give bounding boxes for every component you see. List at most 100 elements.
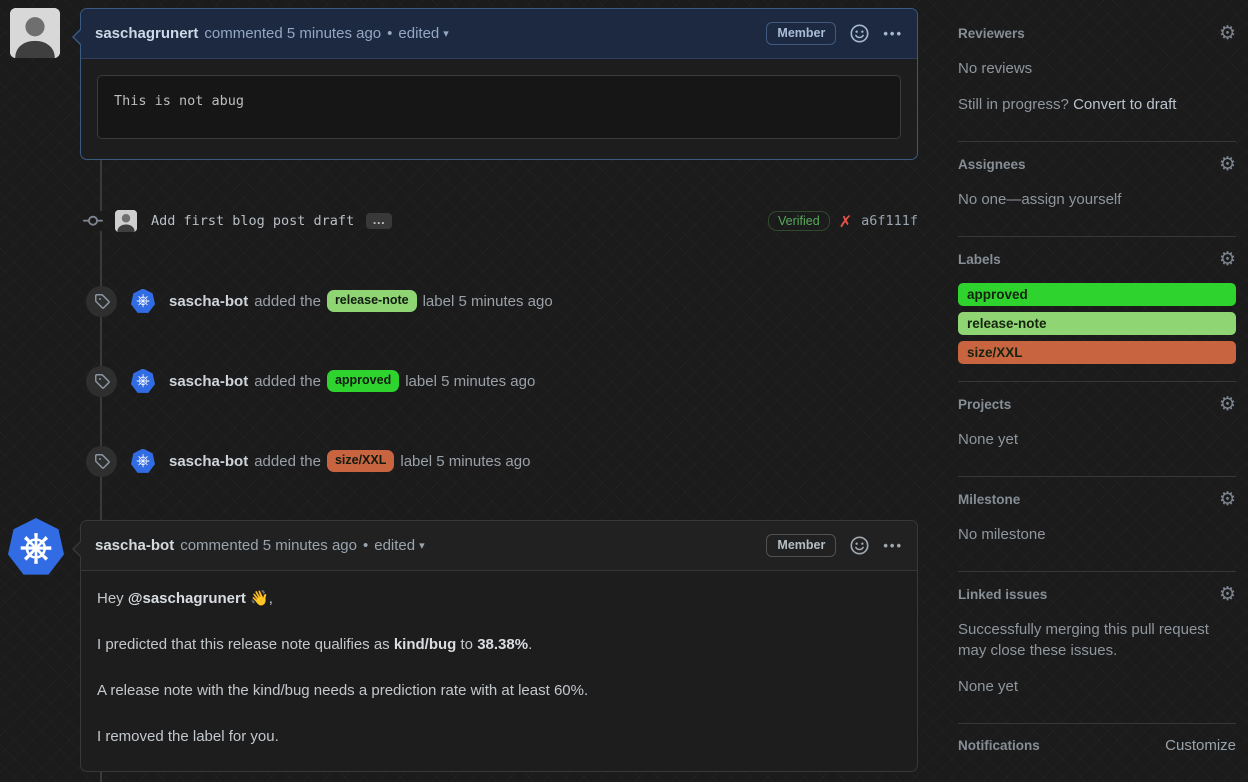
kubernetes-helm-icon: ⎈ [136,291,150,311]
milestone-title: Milestone [958,492,1021,507]
notifications-title: Notifications [958,738,1040,753]
event-actor[interactable]: sascha-bot [169,453,248,470]
text: I predicted that this release note quali… [97,636,394,653]
sidebar-divider [958,141,1236,142]
reviewers-empty: No reviews [958,60,1033,77]
sidebar-label-size-xxl[interactable]: size/XXL [958,341,1236,364]
assignees-empty: No one—assign yourself [958,189,1236,210]
event-actor[interactable]: sascha-bot [169,293,248,310]
kebab-menu-icon[interactable]: ••• [883,538,903,553]
labels-title: Labels [958,252,1001,267]
event-action: added the [254,452,321,470]
pull-request-conversation-page: saschagrunert commented 5 minutes ago • … [0,0,1248,782]
sidebar-divider [958,476,1236,477]
timeline-event-label-added: ⎈ sascha-bot added the release-note labe… [80,285,940,317]
user-mention-link[interactable]: @saschagrunert [128,590,246,607]
kubernetes-helm-icon: ⎈ [20,524,52,570]
member-badge: Member [766,22,837,45]
sidebar-divider [958,236,1236,237]
edited-label: edited [398,25,440,42]
dot-separator: • [362,537,369,554]
timeline-event-label-added: ⎈ sascha-bot added the approved label 5 … [80,365,940,397]
label-chip[interactable]: approved [326,370,400,392]
kubernetes-helm-icon: ⎈ [136,451,150,471]
comment-paragraph: I predicted that this release note quali… [97,633,901,656]
projects-section-header: Projects ⚙ [958,395,1236,414]
customize-link[interactable]: Customize [1165,737,1236,754]
linked-issues-section-header: Linked issues ⚙ [958,585,1236,604]
comment-paragraph: Hey @saschagrunert 👋, [97,587,901,610]
text: to [456,636,478,653]
event-suffix: label 5 minutes ago [400,452,531,470]
gear-icon[interactable]: ⚙ [1219,585,1236,604]
comment-body: Hey @saschagrunert 👋, I predicted that t… [81,571,917,764]
reviewers-section-header: Reviewers ⚙ [958,24,1236,43]
edited-dropdown[interactable]: edited ▾ [374,537,424,554]
bot-avatar[interactable]: ⎈ [131,288,155,313]
event-action: added the [254,292,321,310]
notifications-section-header: Notifications Customize [958,737,1236,754]
add-reaction-button[interactable] [850,24,869,43]
commit-author-avatar[interactable] [115,210,137,232]
edited-label: edited [374,537,416,554]
bot-avatar-large[interactable]: ⎈ [8,518,64,575]
person-silhouette-icon [115,210,137,232]
event-suffix: label 5 minutes ago [405,372,536,390]
commit-expand-button[interactable]: … [366,213,393,229]
comment-author[interactable]: sascha-bot [95,537,174,554]
comment-meta: commented 5 minutes ago [180,537,357,554]
kebab-menu-icon[interactable]: ••• [883,26,903,41]
bot-avatar[interactable]: ⎈ [131,368,155,393]
kubernetes-helm-icon: ⎈ [136,371,150,391]
label-chip[interactable]: release-note [326,290,417,312]
event-action: added the [254,372,321,390]
chevron-down-icon: ▾ [419,540,425,552]
chevron-down-icon: ▾ [443,28,449,40]
tag-icon [86,285,117,317]
bot-avatar[interactable]: ⎈ [131,448,155,473]
sidebar-label-release-note[interactable]: release-note [958,312,1236,335]
linked-issues-title: Linked issues [958,587,1048,602]
ci-failure-x-icon[interactable]: ✗ [839,212,852,231]
gear-icon[interactable]: ⚙ [1219,250,1236,269]
sidebar-divider [958,723,1236,724]
smiley-icon [850,24,869,43]
comment-header: saschagrunert commented 5 minutes ago • … [81,9,917,59]
assignees-section-header: Assignees ⚙ [958,155,1236,174]
member-badge: Member [766,534,837,557]
comment-body: This is not abug [81,59,917,155]
gear-icon[interactable]: ⚙ [1219,395,1236,414]
milestone-section-header: Milestone ⚙ [958,490,1236,509]
comment-paragraph: I removed the label for you. [97,728,279,745]
avatar[interactable] [10,8,60,58]
linked-issues-description: Successfully merging this pull request m… [958,621,1209,659]
gear-icon[interactable]: ⚙ [1219,155,1236,174]
dot-separator: • [387,25,393,42]
sidebar-label-approved[interactable]: approved [958,283,1236,306]
labels-section-header: Labels ⚙ [958,250,1236,269]
convert-to-draft-link[interactable]: Convert to draft [1073,96,1176,113]
commit-message-link[interactable]: Add first blog post draft [151,213,354,229]
sidebar-divider [958,571,1236,572]
text: No one— [958,191,1022,208]
event-actor[interactable]: sascha-bot [169,373,248,390]
gear-icon[interactable]: ⚙ [1219,490,1236,509]
edited-dropdown[interactable]: edited ▾ [398,25,448,42]
linked-issues-empty: None yet [958,678,1019,695]
gear-icon[interactable]: ⚙ [1219,24,1236,43]
verified-badge[interactable]: Verified [767,211,830,231]
add-reaction-button[interactable] [850,536,869,555]
timeline-line [100,772,102,782]
reviewers-title: Reviewers [958,26,1025,41]
milestone-empty: No milestone [958,526,1046,543]
assign-yourself-link[interactable]: assign yourself [1021,191,1121,208]
comment-author[interactable]: saschagrunert [95,25,198,42]
reviewers-progress: Still in progress? Convert to draft [958,94,1236,115]
text: . [528,636,533,653]
tag-icon [86,445,117,477]
comment-saschagrunert: saschagrunert commented 5 minutes ago • … [72,8,918,160]
smiley-icon [850,536,869,555]
commit-sha-link[interactable]: a6f111f [861,213,918,229]
label-chip[interactable]: size/XXL [326,450,395,472]
text: 👋, [245,590,273,607]
